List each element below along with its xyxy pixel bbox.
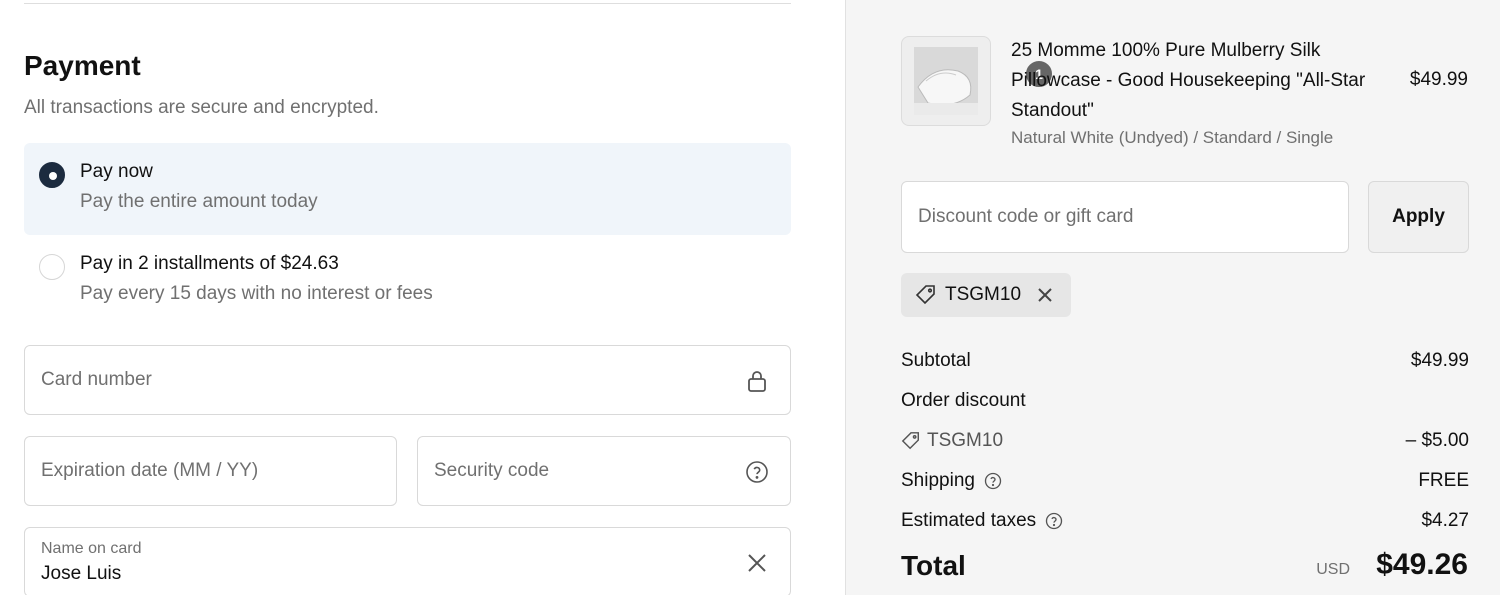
- product-price: $49.99: [1409, 69, 1468, 90]
- security-code-field[interactable]: [417, 436, 791, 506]
- pay-now-radio[interactable]: [39, 162, 65, 188]
- installments-radio[interactable]: [39, 254, 65, 280]
- pay-now-description: Pay the entire amount today: [80, 191, 318, 212]
- payment-title: Payment: [24, 50, 141, 81]
- lock-icon: [744, 368, 770, 394]
- shipping-label: Shipping: [901, 470, 975, 491]
- expiration-input[interactable]: [41, 437, 381, 505]
- help-circle-icon[interactable]: [983, 471, 1003, 491]
- installments-description: Pay every 15 days with no interest or fe…: [80, 283, 433, 304]
- pay-now-title: Pay now: [80, 161, 153, 182]
- total-currency: USD: [1316, 561, 1350, 578]
- discount-input[interactable]: [918, 182, 1328, 252]
- order-summary: 1 25 Momme 100% Pure Mulberry Silk Pillo…: [845, 0, 1500, 595]
- discount-field[interactable]: [901, 181, 1349, 253]
- total-value: $49.26: [1376, 548, 1468, 581]
- tag-icon: [901, 431, 921, 451]
- expiration-field[interactable]: [24, 436, 397, 506]
- subtotal-label: Subtotal: [901, 350, 971, 371]
- discount-code-label: TSGM10: [927, 430, 1004, 451]
- apply-button[interactable]: Apply: [1368, 181, 1469, 253]
- product-name: 25 Momme 100% Pure Mulberry Silk Pillowc…: [1011, 40, 1366, 121]
- applied-discount-chip: TSGM10: [901, 273, 1071, 317]
- subtotal-row: Subtotal $49.99: [901, 350, 1469, 378]
- installments-option[interactable]: Pay in 2 installments of $24.63 Pay ever…: [24, 235, 791, 327]
- discount-value: – $5.00: [1405, 430, 1469, 451]
- payment-section: Payment All transactions are secure and …: [0, 0, 845, 595]
- subtotal-value: $49.99: [1410, 350, 1469, 371]
- installments-title: Pay in 2 installments of $24.63: [80, 253, 339, 274]
- discount-code-row: TSGM10 – $5.00: [901, 430, 1469, 458]
- order-discount-label: Order discount: [901, 390, 1026, 411]
- pay-now-option[interactable]: Pay now Pay the entire amount today: [24, 143, 791, 235]
- close-icon[interactable]: [744, 550, 770, 576]
- security-code-input[interactable]: [434, 437, 736, 505]
- product-variant: Natural White (Undyed) / Standard / Sing…: [1011, 128, 1334, 147]
- tag-icon: [915, 284, 937, 306]
- shipping-value: FREE: [1418, 470, 1469, 491]
- name-on-card-field[interactable]: Name on card Jose Luis: [24, 527, 791, 595]
- help-circle-icon[interactable]: [744, 459, 770, 485]
- shipping-row: Shipping FREE: [901, 470, 1469, 498]
- taxes-value: $4.27: [1421, 510, 1469, 531]
- pillow-image: [914, 47, 978, 115]
- name-on-card-label: Name on card: [41, 540, 142, 557]
- applied-code: TSGM10: [945, 284, 1022, 305]
- product-thumbnail: 1: [901, 36, 1054, 126]
- payment-subtitle: All transactions are secure and encrypte…: [24, 97, 379, 118]
- taxes-label: Estimated taxes: [901, 510, 1037, 531]
- order-discount-row: Order discount: [901, 390, 1469, 418]
- card-number-input[interactable]: [41, 346, 736, 414]
- card-number-field[interactable]: [24, 345, 791, 415]
- taxes-row: Estimated taxes $4.27: [901, 510, 1469, 538]
- total-label: Total: [901, 550, 966, 581]
- divider: [24, 3, 791, 4]
- name-on-card-value[interactable]: Jose Luis: [41, 563, 121, 585]
- remove-discount-icon[interactable]: [1035, 285, 1055, 305]
- help-circle-icon[interactable]: [1044, 511, 1064, 531]
